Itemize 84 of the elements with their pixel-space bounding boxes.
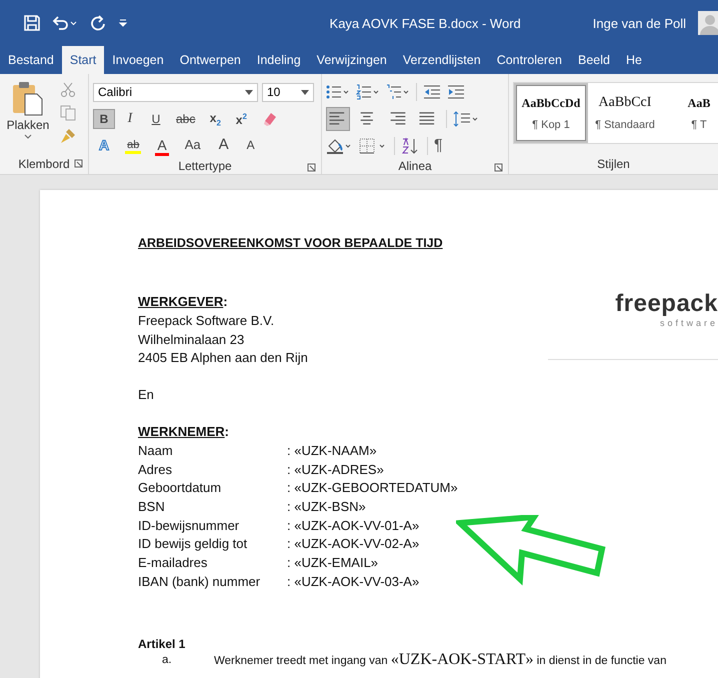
align-button[interactable]: [326, 107, 350, 131]
redo-icon[interactable]: [90, 15, 106, 31]
merge-field: : «UZK-AOK-VV-02-A»: [287, 536, 420, 556]
clipboard-icon: [11, 80, 45, 116]
style-item[interactable]: AaB ¶ T: [662, 83, 718, 143]
group-label: Klembord: [18, 157, 70, 171]
window-title: Kaya AOVK FASE B.docx - Word: [330, 16, 521, 30]
caret-icon: [245, 90, 253, 94]
ribbon-tab[interactable]: Verzendlijsten: [394, 46, 489, 74]
address-line: 2405 EB Alphen aan den Rijn: [138, 350, 308, 367]
style-item[interactable]: AaBbCcDd ¶ Kop 1: [514, 83, 588, 143]
ribbon-tab[interactable]: Controleren: [488, 46, 570, 74]
address-line: Wilhelminalaan 23: [138, 332, 244, 348]
style-item[interactable]: AaBbCcI ¶ Standaard: [588, 83, 662, 143]
format-button[interactable]: A: [151, 136, 173, 156]
merge-field: : «UZK-GEBOORTEDATUM»: [287, 480, 458, 500]
format-button[interactable]: ab: [121, 138, 146, 154]
ribbon-tab[interactable]: Invoegen: [104, 46, 172, 74]
dialog-launcher-icon[interactable]: [307, 163, 316, 172]
font-name-field[interactable]: Calibri: [93, 82, 258, 102]
section-heading: WERKGEVER: [138, 294, 224, 309]
format-button[interactable]: abc: [171, 109, 200, 129]
format-button[interactable]: A: [212, 136, 235, 156]
ribbon-tab[interactable]: Indeling: [248, 46, 309, 74]
group-label: Alinea: [398, 159, 432, 173]
body-text: Werknemer treedt met ingang van «UZK-AOK-START» in dienst in de functie van: [214, 652, 666, 666]
caret-icon: [24, 134, 32, 139]
document-title: ARBEIDSOVEREENKOMST VOOR BEPAALDE TIJD: [138, 236, 444, 252]
field-label: ID bewijs geldig tot: [138, 536, 248, 554]
paste-button[interactable]: Plakken: [4, 80, 52, 154]
user-name[interactable]: Inge van de Poll: [592, 16, 686, 30]
decrease-indent-icon[interactable]: [423, 84, 441, 100]
format-button[interactable]: A: [240, 138, 261, 154]
show-formatting-button[interactable]: ¶: [434, 137, 443, 155]
colon: :: [224, 424, 230, 439]
format-button[interactable]: U: [145, 109, 167, 129]
dialog-launcher-icon[interactable]: [494, 163, 503, 172]
shading-icon[interactable]: [326, 137, 352, 155]
body-text: En: [138, 386, 154, 404]
ribbon-tab[interactable]: Ontwerpen: [172, 46, 249, 74]
field-label: BSN: [138, 499, 166, 516]
logo-text: freepack: [615, 290, 718, 318]
format-button[interactable]: x$^{2}$: [230, 108, 252, 130]
address-line: Freepack Software B.V.: [138, 313, 274, 330]
field-label: Adres: [138, 462, 173, 479]
section-heading: WERKNEMER: [138, 424, 225, 439]
format-button[interactable]: Aa: [178, 137, 207, 155]
merge-field: : «UZK-AOK-VV-03-A»: [287, 574, 420, 592]
scissors-icon[interactable]: [60, 82, 76, 98]
save-icon[interactable]: [24, 15, 40, 31]
field-label: E-mailadres: [138, 555, 208, 572]
customize-caret-icon[interactable]: [118, 18, 128, 28]
list-marker: a.: [161, 652, 173, 666]
colon: :: [223, 294, 228, 309]
logo-tagline: software: [660, 318, 718, 328]
dialog-launcher-icon[interactable]: [74, 159, 83, 168]
undo-icon[interactable]: [52, 15, 78, 31]
format-button[interactable]: B: [93, 109, 115, 129]
merge-field: : «UZK-NAAM»: [287, 443, 377, 462]
ribbon-tab[interactable]: He: [618, 46, 650, 74]
bullet-list-icon[interactable]: [326, 84, 350, 100]
ribbon-tab[interactable]: Verwijzingen: [308, 46, 395, 74]
merge-field: : «UZK-EMAIL»: [287, 555, 378, 574]
ribbon-tab[interactable]: Beeld: [570, 46, 618, 74]
ribbon-tab[interactable]: Bestand: [0, 46, 62, 74]
field-label: ID-bewijsnummer: [138, 518, 240, 535]
merge-field: : «UZK-BSN»: [287, 499, 366, 518]
field-label: Geboortdatum: [138, 480, 222, 498]
field-label: Naam: [138, 443, 174, 460]
group-label: Stijlen: [597, 157, 630, 171]
eraser-icon[interactable]: [262, 111, 278, 127]
merge-field: : «UZK-ADRES»: [287, 462, 384, 480]
field-label: IBAN (bank) nummer: [138, 574, 262, 591]
ribbon-tab[interactable]: Start: [62, 46, 104, 74]
group-label: Lettertype: [178, 159, 232, 173]
increase-indent-icon[interactable]: [447, 84, 465, 100]
format-button[interactable]: x$_{2}$: [204, 108, 226, 130]
merge-field: : «UZK-AOK-VV-01-A»: [287, 518, 420, 536]
article-heading: Artikel 1: [138, 636, 186, 652]
numbered-list-icon[interactable]: [356, 84, 380, 100]
font-size-field[interactable]: 10: [262, 82, 314, 102]
multilevel-list-icon[interactable]: [386, 84, 410, 100]
caret-icon: [301, 90, 309, 94]
format-button[interactable]: I: [119, 108, 141, 130]
